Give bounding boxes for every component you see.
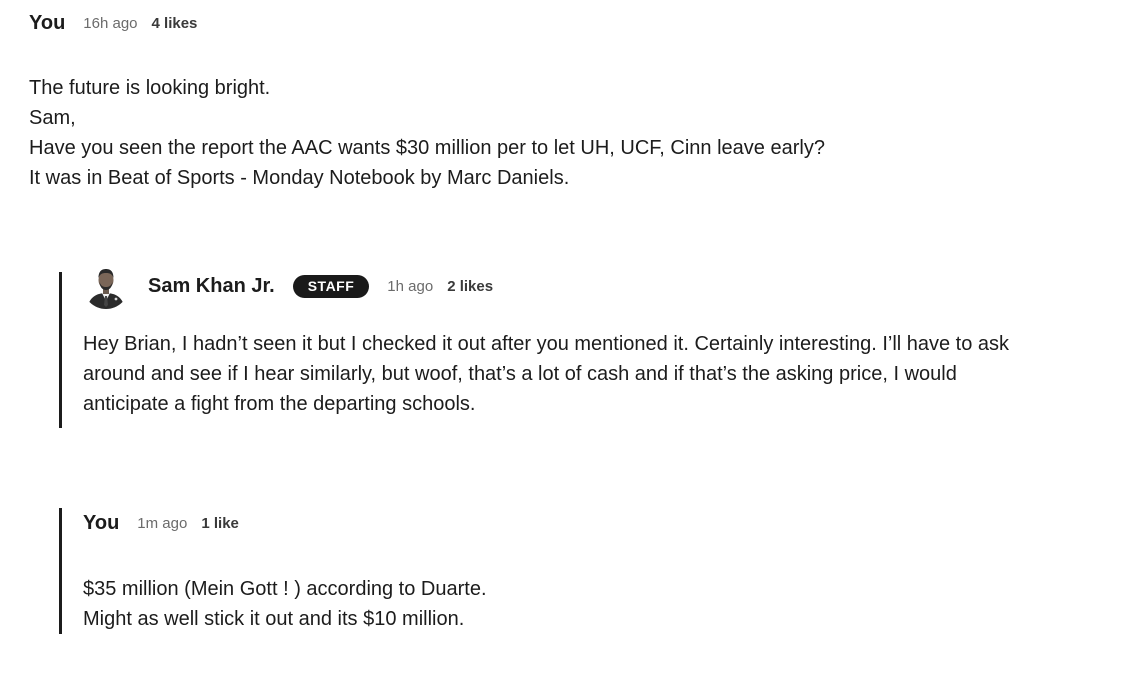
comment-body: The future is looking bright. Sam, Have … — [29, 73, 1089, 193]
avatar-image — [83, 263, 129, 309]
comment-line: Might as well stick it out and its $10 m… — [83, 608, 465, 630]
reply-meta: You 1m ago 1 like — [83, 508, 1043, 538]
reply-you: You 1m ago 1 like $35 million (Mein Gott… — [59, 508, 1043, 634]
reply-staff: Sam Khan Jr. STAFF 1h ago 2 likes Hey Br… — [59, 263, 1043, 428]
comment-likes[interactable]: 1 like — [201, 515, 239, 532]
comment-author[interactable]: You — [83, 512, 119, 535]
comment-line: Sam, — [29, 107, 76, 129]
reply-meta: Sam Khan Jr. STAFF 1h ago 2 likes — [83, 263, 1043, 309]
avatar[interactable] — [83, 263, 129, 309]
comment-timestamp: 1m ago — [137, 514, 188, 532]
staff-badge: STAFF — [292, 274, 370, 298]
comment-timestamp: 16h ago — [83, 14, 138, 32]
comment-line: $35 million (Mein Gott ! ) according to … — [83, 578, 487, 600]
comment-line: Hey Brian, I hadn’t seen it but I checke… — [83, 333, 1010, 415]
comment-meta: You 16h ago 4 likes — [29, 8, 1089, 38]
comment-body: $35 million (Mein Gott ! ) according to … — [83, 574, 1043, 634]
comment-body: Hey Brian, I hadn’t seen it but I checke… — [83, 329, 1043, 419]
comment-line: Have you seen the report the AAC wants $… — [29, 137, 825, 159]
comment-line: It was in Beat of Sports - Monday Notebo… — [29, 167, 570, 189]
comment-line: The future is looking bright. — [29, 77, 271, 99]
comment-likes[interactable]: 4 likes — [152, 15, 198, 32]
comment-timestamp: 1h ago — [387, 277, 434, 295]
comment-top: You 16h ago 4 likes The future is lookin… — [29, 8, 1089, 193]
comment-author[interactable]: Sam Khan Jr. — [148, 275, 275, 298]
comment-likes[interactable]: 2 likes — [447, 278, 493, 295]
comment-author[interactable]: You — [29, 12, 65, 35]
